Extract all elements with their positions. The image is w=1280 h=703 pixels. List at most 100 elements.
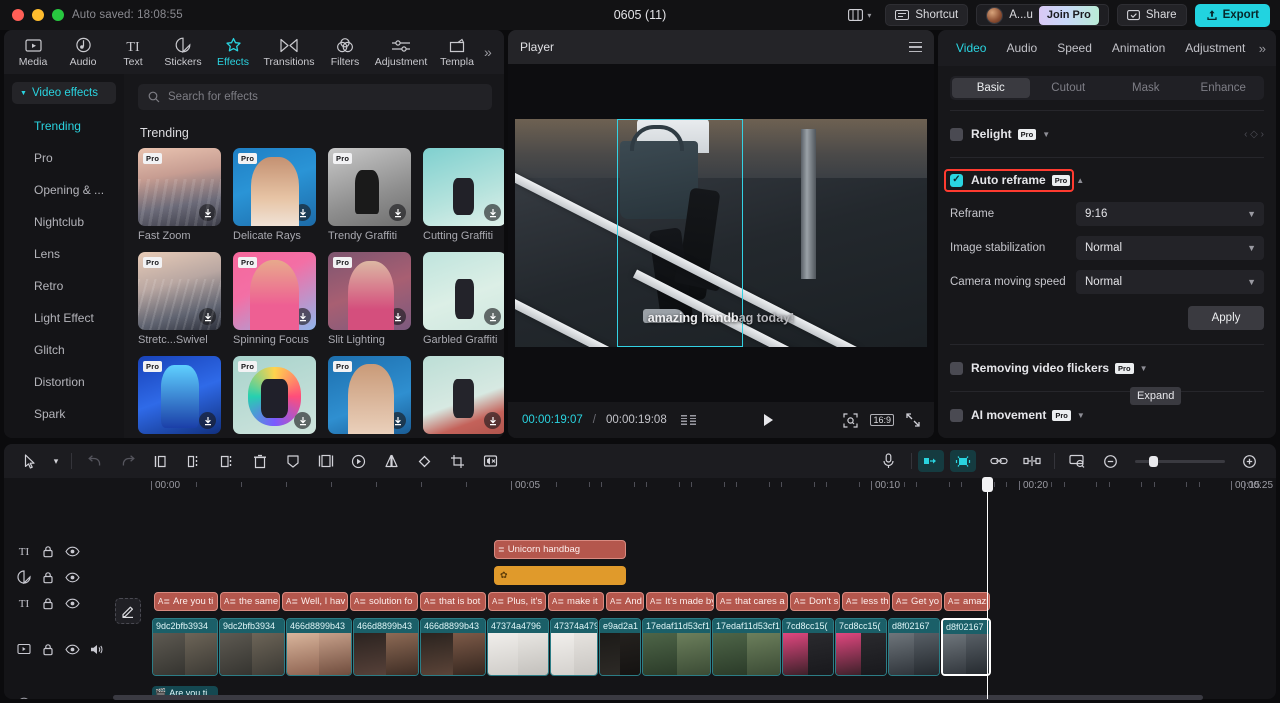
preview-quality-button[interactable] xyxy=(1061,449,1094,473)
video-preview[interactable]: amazing handbag today! xyxy=(515,119,927,347)
reframe-select[interactable]: 9:16 ▼ xyxy=(1076,202,1264,226)
chevron-down-icon[interactable]: ▼ xyxy=(1042,130,1050,139)
zoom-in-button[interactable] xyxy=(1233,449,1266,473)
zoom-out-button[interactable] xyxy=(1094,449,1127,473)
effect-thumbnail[interactable]: Pro xyxy=(233,148,316,226)
auto-cut-button[interactable] xyxy=(918,450,944,472)
ai-movement-row[interactable]: AI movement Pro ▼ xyxy=(938,402,1276,428)
crop-button[interactable] xyxy=(441,449,474,473)
mute-video-button[interactable] xyxy=(474,449,507,473)
download-icon[interactable] xyxy=(294,412,311,429)
effect-card[interactable]: Pro xyxy=(138,356,221,434)
crop-frame-button[interactable] xyxy=(309,449,342,473)
tab-animation[interactable]: Animation xyxy=(1102,30,1175,66)
undo-button[interactable] xyxy=(78,449,111,473)
eye-icon[interactable] xyxy=(60,540,84,562)
split-button[interactable] xyxy=(177,449,210,473)
effect-card[interactable]: Pro Spinning Focus xyxy=(233,252,316,346)
redo-button[interactable] xyxy=(111,449,144,473)
download-icon[interactable] xyxy=(484,412,501,429)
volume-icon[interactable] xyxy=(84,693,108,699)
relight-row[interactable]: Relight Pro ▼ ‹ ◇ › xyxy=(938,121,1276,147)
stabilization-select[interactable]: Normal ▼ xyxy=(1076,236,1264,260)
timeline-horizontal-scrollbar[interactable] xyxy=(113,695,1203,700)
delete-button[interactable] xyxy=(243,449,276,473)
rotate-button[interactable] xyxy=(408,449,441,473)
player-menu-button[interactable] xyxy=(909,42,922,53)
category-item-pro[interactable]: Pro xyxy=(4,142,124,174)
timeline-text-clip[interactable]: A≣It's made by xyxy=(646,592,714,611)
link-clips-button[interactable] xyxy=(982,449,1015,473)
zoom-slider-handle[interactable] xyxy=(1149,456,1158,467)
timeline-video-clip[interactable]: 7cd8cc15( xyxy=(835,618,887,676)
aspect-ratio-button[interactable]: 16:9 xyxy=(870,414,894,426)
effect-thumbnail[interactable]: Pro xyxy=(233,252,316,330)
category-item-spark[interactable]: Spark xyxy=(4,398,124,430)
timeline-text-clip[interactable]: A≣Get yo xyxy=(892,592,942,611)
download-icon[interactable] xyxy=(484,204,501,221)
category-item-retro[interactable]: Retro xyxy=(4,270,124,302)
category-item-distortion[interactable]: Distortion xyxy=(4,366,124,398)
tab-speed[interactable]: Speed xyxy=(1047,30,1102,66)
nav-item-audio[interactable]: Audio xyxy=(58,36,108,68)
auto-reframe-row[interactable]: Auto reframe Pro ▲ xyxy=(938,168,1276,192)
fullscreen-icon[interactable] xyxy=(906,413,920,427)
nav-more-button[interactable]: » xyxy=(484,44,492,60)
playhead[interactable] xyxy=(987,478,988,699)
category-item-lens[interactable]: Lens xyxy=(4,238,124,270)
edit-pencil-button[interactable] xyxy=(115,598,141,624)
nav-item-text[interactable]: TI Text xyxy=(108,36,158,68)
relight-checkbox[interactable] xyxy=(950,128,963,141)
nav-item-template[interactable]: Templa xyxy=(432,36,482,68)
subtab-cutout[interactable]: Cutout xyxy=(1030,78,1108,98)
timeline-text-clip[interactable]: A≣that cares a xyxy=(716,592,788,611)
frame-step-icon[interactable] xyxy=(681,415,696,426)
eye-icon[interactable] xyxy=(60,566,84,588)
export-button[interactable]: Export xyxy=(1195,4,1270,27)
timeline-video-clip[interactable]: d8f02167 xyxy=(888,618,940,676)
subtab-basic[interactable]: Basic xyxy=(952,78,1030,98)
download-icon[interactable] xyxy=(294,204,311,221)
effect-card[interactable]: Pro Delicate Rays xyxy=(233,148,316,242)
timeline-text-clip[interactable]: A≣Don't s xyxy=(790,592,840,611)
keyframe-controls[interactable]: ‹ ◇ › xyxy=(1244,129,1264,140)
download-icon[interactable] xyxy=(389,412,406,429)
volume-icon[interactable] xyxy=(84,638,108,660)
download-icon[interactable] xyxy=(389,204,406,221)
subtab-enhance[interactable]: Enhance xyxy=(1185,78,1263,98)
lock-icon[interactable] xyxy=(36,592,60,614)
timeline-text-clip[interactable]: A≣solution fo xyxy=(350,592,418,611)
account-button[interactable]: A...u Join Pro xyxy=(976,4,1109,26)
effect-thumbnail[interactable]: Pro xyxy=(138,252,221,330)
effect-thumbnail[interactable] xyxy=(423,148,504,226)
category-item-opening[interactable]: Opening & ... xyxy=(4,174,124,206)
tab-adjustment[interactable]: Adjustment xyxy=(1175,30,1255,66)
effect-card[interactable]: Garbled Graffiti xyxy=(423,252,504,346)
timeline-sticker-text-clip[interactable]: ≣ Unicorn handbag xyxy=(494,540,626,559)
nav-item-transitions[interactable]: Transitions xyxy=(258,36,320,68)
ai-movement-checkbox[interactable] xyxy=(950,409,963,422)
mirror-button[interactable] xyxy=(375,449,408,473)
minimize-window-button[interactable] xyxy=(32,9,44,21)
nav-item-adjustment[interactable]: Adjustment xyxy=(370,36,432,68)
tab-audio[interactable]: Audio xyxy=(996,30,1047,66)
search-effects-input[interactable]: Search for effects xyxy=(138,84,492,110)
chevron-down-icon[interactable]: ▼ xyxy=(1077,411,1085,420)
effect-card[interactable]: Pro Slit Lighting xyxy=(328,252,411,346)
record-voiceover-button[interactable] xyxy=(872,449,905,473)
effect-thumbnail[interactable]: Pro xyxy=(328,148,411,226)
download-icon[interactable] xyxy=(294,308,311,325)
nav-item-effects[interactable]: Effects xyxy=(208,36,258,68)
removing-flickers-checkbox[interactable] xyxy=(950,362,963,375)
timeline-video-clip-selected[interactable]: d8f02167 xyxy=(941,618,991,676)
effect-thumbnail[interactable] xyxy=(423,356,504,434)
effect-card[interactable]: Pro Stretc...Swivel xyxy=(138,252,221,346)
effect-thumbnail[interactable]: Pro xyxy=(138,356,221,434)
split-left-button[interactable] xyxy=(144,449,177,473)
chevron-down-icon[interactable]: ▼ xyxy=(1140,364,1148,373)
timeline-ruler-continued[interactable]: 00:20 00:25 xyxy=(4,478,1276,504)
effect-card[interactable]: Pro Fast Zoom xyxy=(138,148,221,242)
effect-card[interactable]: Pro xyxy=(233,356,316,434)
timeline-text-clip[interactable]: A≣Well, I hav xyxy=(282,592,348,611)
effect-thumbnail[interactable]: Pro xyxy=(328,356,411,434)
